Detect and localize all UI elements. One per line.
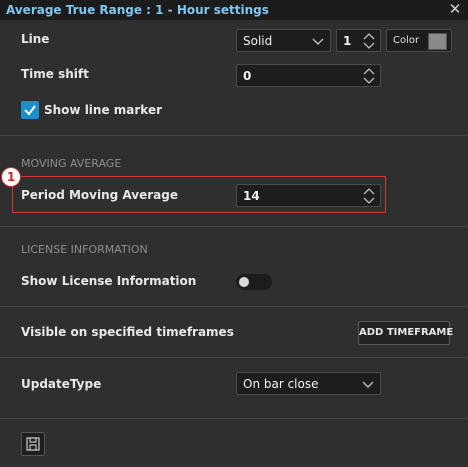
time-shift-value: 0 xyxy=(243,69,252,83)
time-shift-label: Time shift xyxy=(21,67,89,81)
period-value: 14 xyxy=(243,189,260,203)
close-icon[interactable]: ✕ xyxy=(448,1,462,17)
spinner-arrows-icon[interactable] xyxy=(362,186,376,206)
line-style-select[interactable]: Solid xyxy=(236,29,331,52)
spinner-arrows-icon[interactable] xyxy=(362,31,376,51)
time-shift-stepper[interactable]: 0 xyxy=(236,64,381,87)
update-type-value: On bar close xyxy=(243,377,319,391)
line-label: Line xyxy=(21,32,50,46)
period-moving-average-label: Period Moving Average xyxy=(21,188,178,202)
update-type-select[interactable]: On bar close xyxy=(236,372,381,395)
line-width-stepper[interactable]: 1 xyxy=(336,29,381,52)
update-type-label: UpdateType xyxy=(21,377,102,391)
show-license-label: Show License Information xyxy=(21,274,197,288)
color-swatch xyxy=(428,33,447,50)
show-line-marker-checkbox[interactable] xyxy=(21,101,39,119)
show-license-toggle[interactable] xyxy=(236,274,272,290)
period-moving-average-stepper[interactable]: 14 xyxy=(236,184,381,207)
divider xyxy=(0,226,468,227)
line-color-button[interactable]: Color xyxy=(386,29,452,52)
add-timeframe-button[interactable]: ADD TIMEFRAME xyxy=(358,321,453,345)
divider xyxy=(0,135,468,136)
show-line-marker-label[interactable]: Show line marker xyxy=(44,103,162,117)
save-icon xyxy=(26,437,40,451)
toggle-knob xyxy=(239,277,249,287)
line-style-value: Solid xyxy=(243,34,273,48)
license-heading: LICENSE INFORMATION xyxy=(21,243,148,256)
window-title: Average True Range : 1 - Hour settings xyxy=(6,3,269,17)
color-label: Color xyxy=(393,35,420,46)
save-button[interactable] xyxy=(21,432,45,456)
callout-badge: 1 xyxy=(1,167,21,187)
divider xyxy=(0,418,468,419)
chevron-down-icon xyxy=(312,38,324,45)
line-width-value: 1 xyxy=(343,34,352,48)
checkmark-icon xyxy=(24,105,36,116)
window-titlebar: Average True Range : 1 - Hour settings ✕ xyxy=(0,0,468,20)
visible-timeframes-label: Visible on specified timeframes xyxy=(21,325,234,339)
divider xyxy=(0,357,468,358)
moving-average-heading: MOVING AVERAGE xyxy=(21,157,122,170)
spinner-arrows-icon[interactable] xyxy=(362,66,376,86)
chevron-down-icon xyxy=(362,381,374,388)
divider xyxy=(0,306,468,307)
